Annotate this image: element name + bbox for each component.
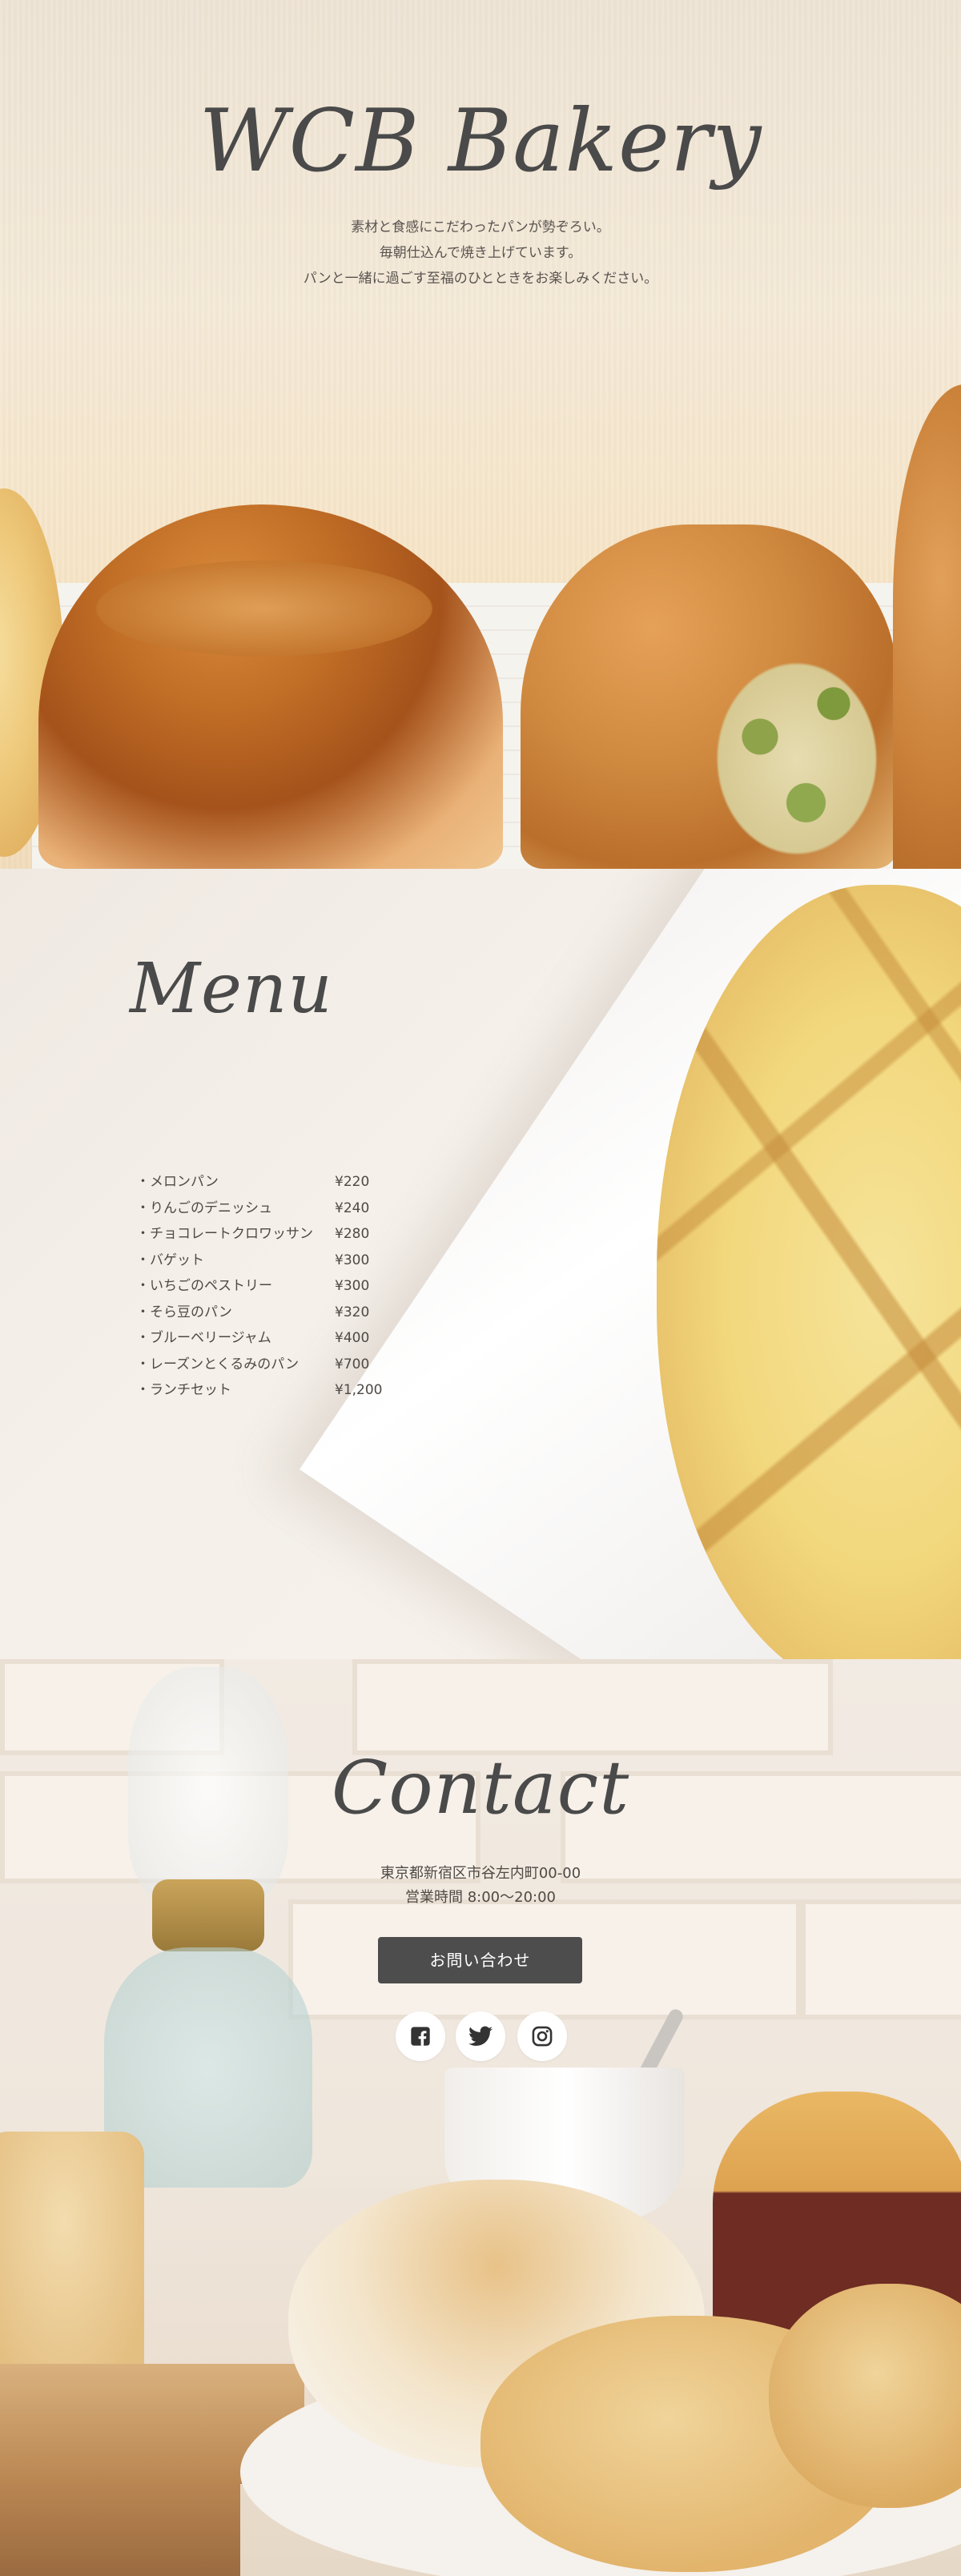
instagram-icon	[532, 2026, 553, 2047]
contact-info: 東京都新宿区市谷左内町00-00 営業時間 8:00〜20:00	[0, 1862, 961, 1910]
menu-item-name: ・そら豆のパン	[136, 1304, 232, 1320]
danish-pastry-glaze	[96, 561, 432, 657]
croissant-image	[893, 384, 961, 869]
menu-item: ・メロンパン ¥220	[136, 1169, 382, 1196]
menu-title: Menu	[130, 949, 333, 1029]
menu-item-price: ¥1,200	[335, 1382, 383, 1398]
bean-filling-image	[705, 649, 889, 869]
hero-line: 素材と食感にこだわったパンが勢ぞろい。	[351, 219, 610, 235]
menu-item-price: ¥300	[335, 1278, 370, 1294]
menu-item-name: ・チョコレートクロワッサン	[136, 1226, 313, 1242]
hero-line: パンと一緒に過ごす至福のひとときをお楽しみください。	[303, 271, 658, 287]
menu-item-price: ¥400	[335, 1330, 370, 1346]
menu-item-price: ¥300	[335, 1252, 370, 1268]
bread-loaf-image	[0, 2132, 144, 2388]
twitter-link[interactable]	[456, 2011, 505, 2061]
menu-item-price: ¥240	[335, 1200, 370, 1216]
menu-item-name: ・バゲット	[136, 1252, 204, 1268]
menu-item: ・ブルーベリージャム ¥400	[136, 1325, 382, 1352]
wooden-table-image	[0, 2484, 240, 2576]
menu-item-name: ・ランチセット	[136, 1382, 231, 1398]
menu-item-price: ¥320	[335, 1304, 370, 1320]
twitter-icon	[468, 2026, 493, 2046]
menu-item-name: ・りんごのデニッシュ	[136, 1200, 272, 1216]
facebook-link[interactable]	[396, 2011, 445, 2061]
hero-description: 素材と食感にこだわったパンが勢ぞろい。 毎朝仕込んで焼き上げています。 パンと一…	[0, 215, 961, 291]
menu-list: ・メロンパン ¥220 ・りんごのデニッシュ ¥240 ・チョコレートクロワッサン ¥…	[136, 1169, 382, 1404]
brick-wall	[352, 1659, 833, 1755]
menu-item: ・レーズンとくるみのパン ¥700	[136, 1352, 382, 1378]
menu-item: ・バゲット ¥300	[136, 1248, 382, 1274]
menu-item: ・チョコレートクロワッサン ¥280	[136, 1221, 382, 1248]
site-title: WCB Bakery	[199, 91, 762, 191]
menu-item-price: ¥700	[335, 1356, 370, 1372]
menu-item: ・そら豆のパン ¥320	[136, 1300, 382, 1326]
hours-text: 営業時間 8:00〜20:00	[404, 1889, 556, 1906]
menu-item-name: ・メロンパン	[136, 1174, 219, 1190]
menu-item-price: ¥280	[335, 1226, 370, 1242]
address-text: 東京都新宿区市谷左内町00-00	[380, 1865, 581, 1882]
menu-item: ・ランチセット ¥1,200	[136, 1377, 382, 1404]
danish-pastry-image	[38, 504, 503, 869]
menu-item-name: ・レーズンとくるみのパン	[136, 1356, 300, 1372]
menu-item-name: ・いちごのペストリー	[136, 1278, 272, 1294]
contact-button[interactable]: お問い合わせ	[378, 1937, 582, 1983]
menu-item-name: ・ブルーベリージャム	[136, 1330, 271, 1346]
menu-item-price: ¥220	[335, 1174, 370, 1190]
facebook-icon	[411, 2027, 430, 2046]
hero-line: 毎朝仕込んで焼き上げています。	[379, 245, 582, 261]
menu-item: ・いちごのペストリー ¥300	[136, 1273, 382, 1300]
brick-wall	[801, 1899, 961, 2019]
menu-item: ・りんごのデニッシュ ¥240	[136, 1196, 382, 1222]
instagram-link[interactable]	[517, 2011, 567, 2061]
contact-title: Contact	[331, 1745, 630, 1831]
